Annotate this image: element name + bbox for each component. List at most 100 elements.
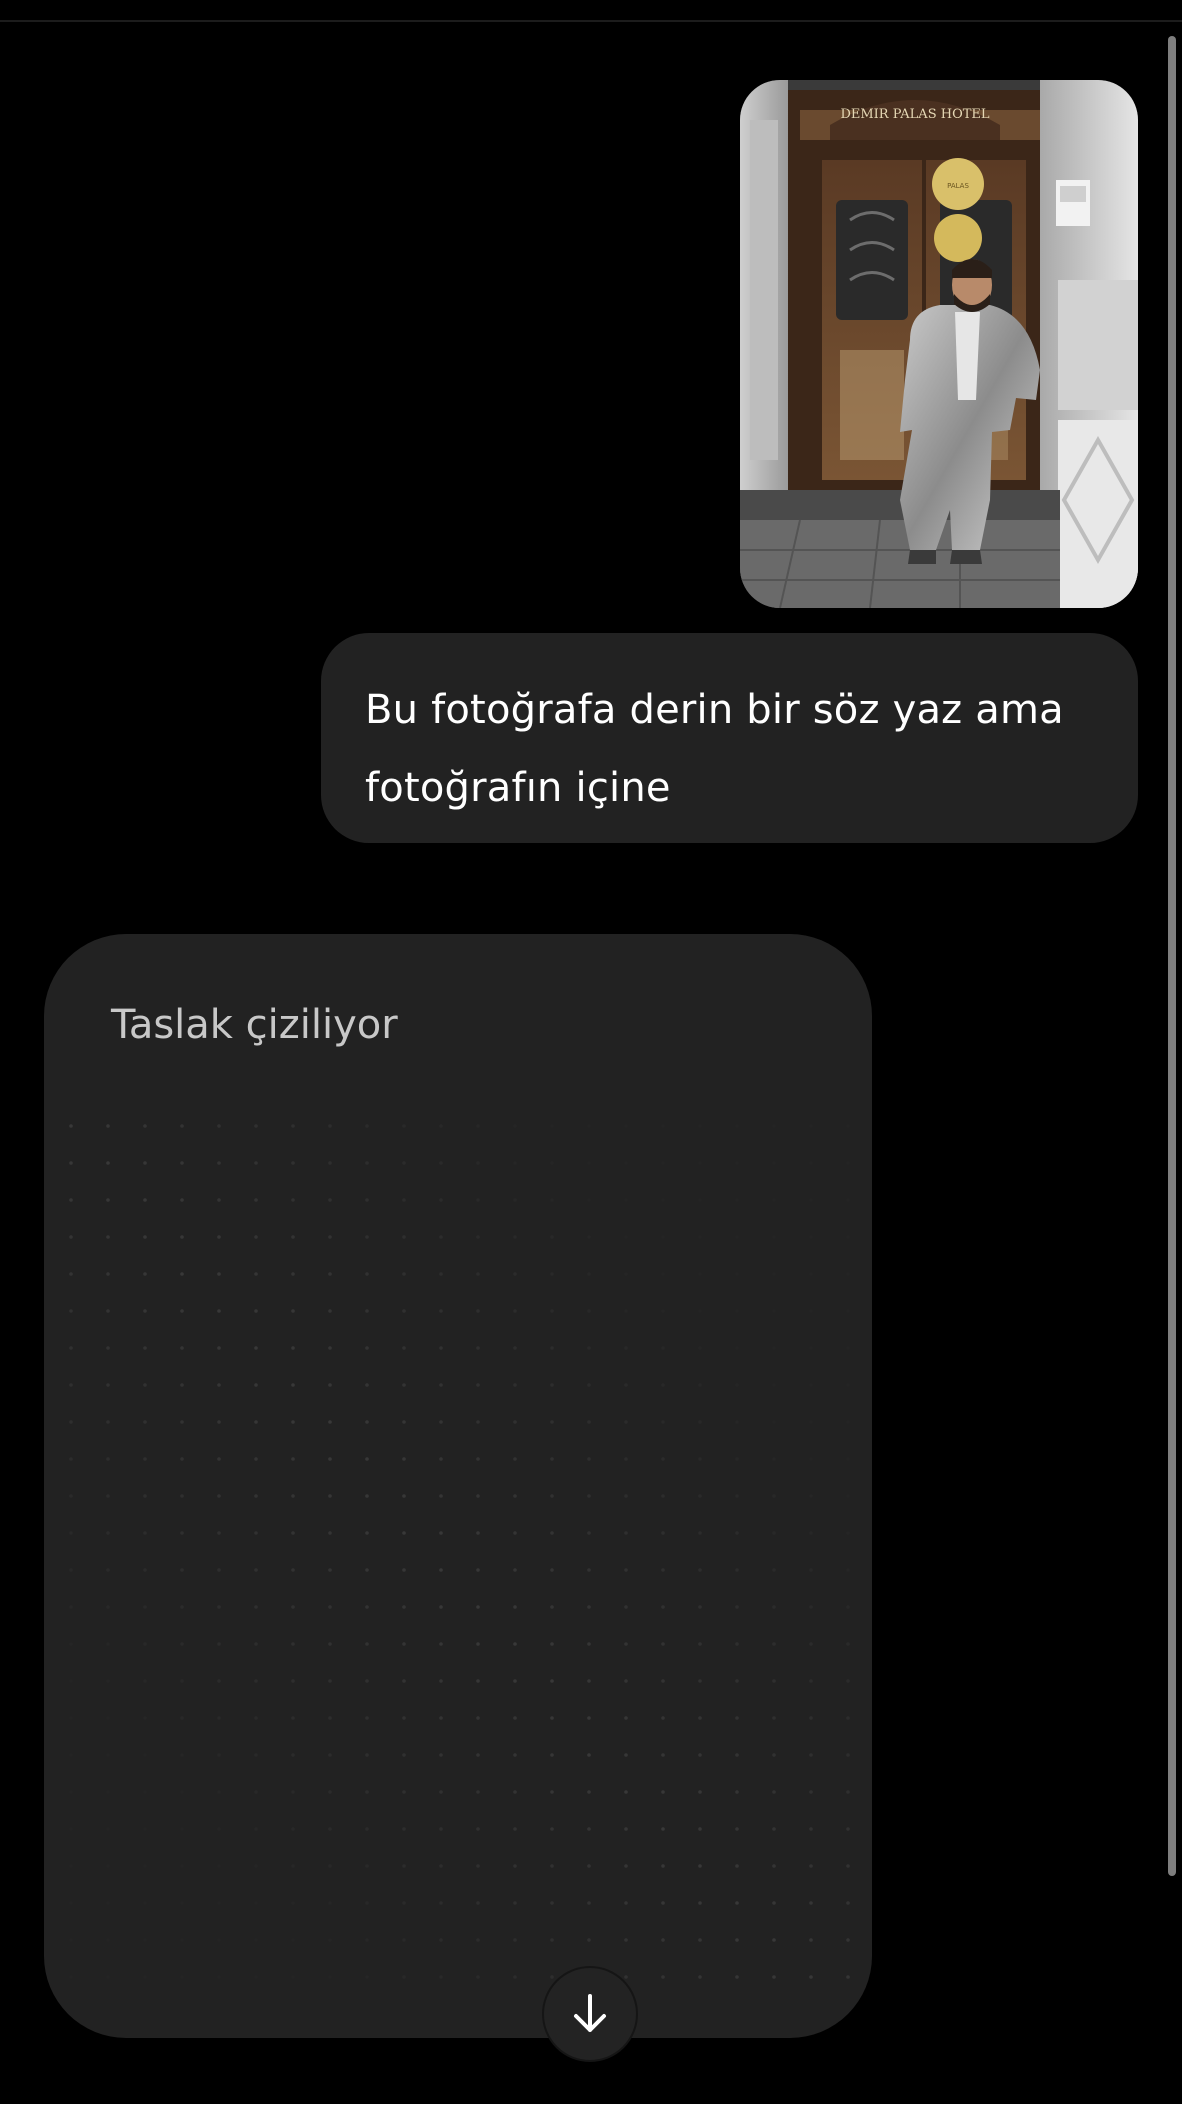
draft-dot: [439, 1605, 443, 1609]
draft-dot: [698, 1975, 702, 1979]
draft-dot: [624, 1272, 628, 1276]
draft-dot: [402, 1679, 406, 1683]
draft-dot: [587, 1901, 591, 1905]
draft-dot: [550, 1716, 554, 1720]
draft-dot: [772, 1531, 776, 1535]
draft-dot: [809, 1420, 813, 1424]
draft-dot: [328, 1864, 332, 1868]
draft-dot: [846, 1198, 850, 1202]
draft-dot: [365, 1679, 369, 1683]
draft-dot: [143, 1679, 147, 1683]
draft-dot: [624, 1568, 628, 1572]
draft-dot: [328, 1531, 332, 1535]
draft-dot: [513, 1124, 517, 1128]
draft-dot: [624, 1420, 628, 1424]
draft-dot: [402, 1309, 406, 1313]
draft-dot: [513, 1790, 517, 1794]
draft-dot: [513, 1531, 517, 1535]
draft-dot: [180, 1642, 184, 1646]
scroll-to-bottom-button[interactable]: [542, 1966, 638, 2062]
draft-dot: [254, 1309, 258, 1313]
draft-dot: [439, 1457, 443, 1461]
draft-dot: [846, 1161, 850, 1165]
draft-dot: [513, 1346, 517, 1350]
draft-dot: [513, 1383, 517, 1387]
draft-dot: [550, 1346, 554, 1350]
draft-dot: [550, 1938, 554, 1942]
draft-dot: [254, 1420, 258, 1424]
draft-dot: [550, 1161, 554, 1165]
draft-dot: [809, 1568, 813, 1572]
draft-dot: [217, 1457, 221, 1461]
draft-dot: [513, 1494, 517, 1498]
draft-dot: [106, 1642, 110, 1646]
draft-dot: [439, 1161, 443, 1165]
draft-dot: [772, 1605, 776, 1609]
draft-dot: [180, 1827, 184, 1831]
draft-dot: [328, 1716, 332, 1720]
draft-dot: [439, 1124, 443, 1128]
draft-dot: [772, 1642, 776, 1646]
draft-dot: [624, 1383, 628, 1387]
draft-dot: [291, 1827, 295, 1831]
draft-dot: [661, 1605, 665, 1609]
draft-dot: [143, 1272, 147, 1276]
draft-dot: [328, 1383, 332, 1387]
draft-dot: [624, 1679, 628, 1683]
draft-dot: [735, 1568, 739, 1572]
top-divider: [0, 20, 1182, 22]
draft-dot: [291, 1198, 295, 1202]
draft-dot: [365, 1457, 369, 1461]
draft-dot: [587, 1161, 591, 1165]
draft-dot: [143, 1901, 147, 1905]
draft-dot: [180, 1235, 184, 1239]
draft-dot: [476, 1864, 480, 1868]
draft-dot: [217, 1716, 221, 1720]
draft-dot: [661, 1790, 665, 1794]
draft-dot: [106, 1531, 110, 1535]
draft-dot: [365, 1827, 369, 1831]
draft-dot: [143, 1124, 147, 1128]
draft-dot: [143, 1309, 147, 1313]
plaque-text: PALAS: [947, 182, 969, 190]
draft-dot: [106, 1716, 110, 1720]
draft-dot: [476, 1235, 480, 1239]
draft-dot: [735, 1161, 739, 1165]
draft-dot: [143, 1827, 147, 1831]
draft-dot: [476, 1346, 480, 1350]
draft-dot: [735, 1457, 739, 1461]
draft-dot: [846, 1790, 850, 1794]
draft-dot: [698, 1605, 702, 1609]
draft-dot: [254, 1272, 258, 1276]
draft-dot: [254, 1975, 258, 1979]
draft-dot: [328, 1938, 332, 1942]
draft-dot: [69, 1531, 73, 1535]
draft-dot: [624, 1494, 628, 1498]
draft-dot: [328, 1198, 332, 1202]
draft-dot: [402, 1901, 406, 1905]
draft-dot: [550, 1901, 554, 1905]
draft-dot: [291, 1235, 295, 1239]
draft-dot: [69, 1938, 73, 1942]
user-photo-attachment[interactable]: DEMIR PALAS HOTEL PALAS: [740, 80, 1138, 608]
draft-dot: [587, 1494, 591, 1498]
draft-dot: [476, 1827, 480, 1831]
draft-status-text: Taslak çiziliyor: [111, 1002, 398, 1048]
scrollbar-thumb[interactable]: [1168, 36, 1176, 1876]
draft-dot: [106, 1420, 110, 1424]
draft-dot: [772, 1457, 776, 1461]
draft-dot: [69, 1309, 73, 1313]
draft-dot: [735, 1198, 739, 1202]
scrollbar[interactable]: [1168, 36, 1176, 1876]
draft-dot: [550, 1568, 554, 1572]
draft-dot: [772, 1827, 776, 1831]
draft-dot: [624, 1827, 628, 1831]
draft-dot: [365, 1790, 369, 1794]
draft-dot: [143, 1605, 147, 1609]
draft-dot: [291, 1938, 295, 1942]
draft-dot: [439, 1383, 443, 1387]
draft-dot: [513, 1161, 517, 1165]
draft-dot: [180, 1198, 184, 1202]
draft-dot: [69, 1346, 73, 1350]
draft-dot: [402, 1938, 406, 1942]
